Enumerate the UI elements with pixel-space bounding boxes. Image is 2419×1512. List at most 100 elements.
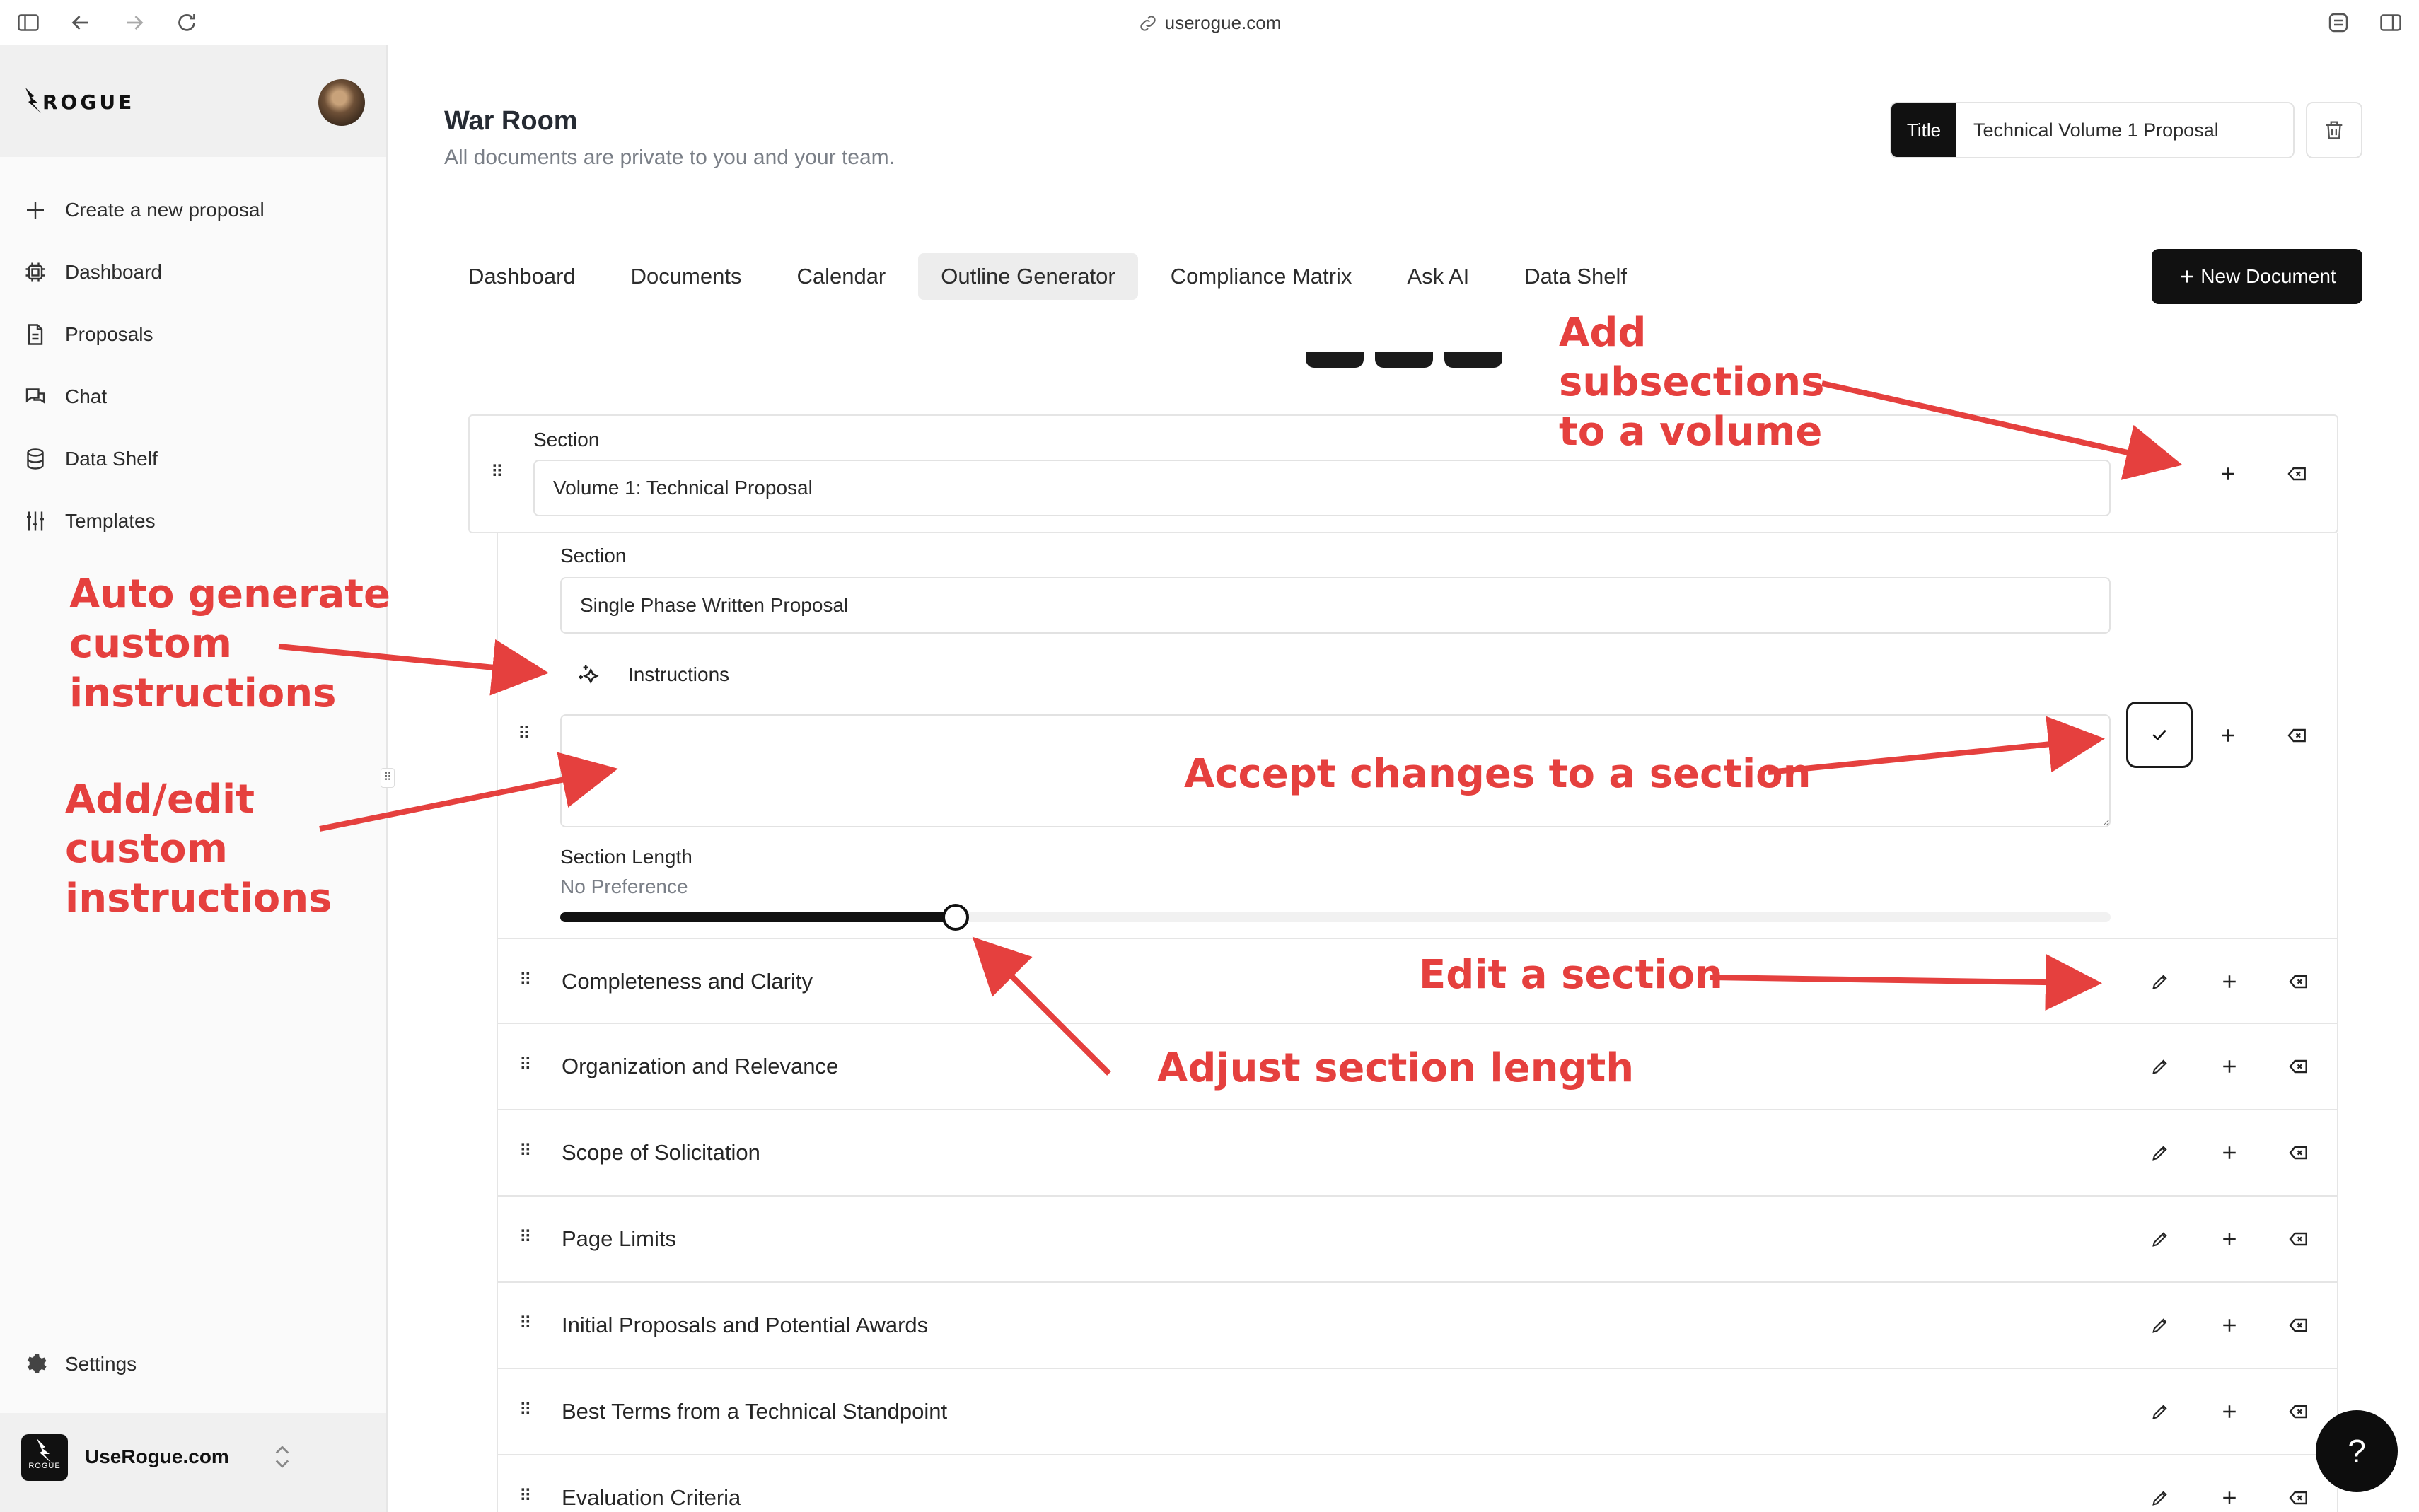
section-row[interactable]: ⠿ Completeness and Clarity bbox=[497, 938, 2338, 1024]
edit-section-button[interactable] bbox=[2146, 1397, 2174, 1426]
edit-section-button[interactable] bbox=[2146, 1311, 2174, 1339]
drag-handle-icon[interactable]: ⠿ bbox=[491, 463, 505, 482]
section-row[interactable]: ⠿ Page Limits bbox=[497, 1197, 2338, 1283]
slider-thumb[interactable] bbox=[941, 904, 969, 931]
edit-section-button[interactable] bbox=[2146, 1139, 2174, 1167]
url-text: userogue.com bbox=[1164, 12, 1282, 33]
instructions-label: Instructions bbox=[628, 663, 730, 685]
backspace-icon bbox=[2289, 1405, 2307, 1419]
tab-dashboard[interactable]: Dashboard bbox=[446, 253, 598, 300]
sidebar-item-dashboard[interactable]: Dashboard bbox=[23, 255, 162, 290]
rogue-logo[interactable]: ROGUE bbox=[24, 86, 134, 115]
drag-handle-icon[interactable]: ⠿ bbox=[519, 1055, 533, 1075]
tab-outline-generator[interactable]: Outline Generator bbox=[918, 253, 1138, 300]
auto-generate-instructions-button[interactable] bbox=[576, 662, 600, 690]
annotation-auto-generate: Auto generate custom instructions bbox=[69, 571, 391, 716]
plus-icon bbox=[2223, 975, 2236, 988]
delete-section-button[interactable] bbox=[2285, 1397, 2313, 1426]
sidebar-item-proposals[interactable]: Proposals bbox=[23, 317, 153, 352]
address-bar[interactable]: userogue.com bbox=[0, 10, 2419, 35]
link-icon bbox=[1139, 16, 1156, 31]
help-button[interactable]: ? bbox=[2316, 1410, 2398, 1492]
plus-icon bbox=[2223, 1060, 2236, 1073]
add-subsection-button[interactable] bbox=[2215, 1052, 2244, 1081]
tab-data-shelf[interactable]: Data Shelf bbox=[1502, 253, 1649, 300]
subsection-input[interactable]: Single Phase Written Proposal bbox=[560, 577, 2111, 634]
delete-section-button[interactable] bbox=[2285, 1139, 2313, 1167]
delete-section-button[interactable] bbox=[2285, 1052, 2313, 1081]
delete-section-button[interactable] bbox=[2283, 460, 2311, 488]
add-subsection-button[interactable] bbox=[2215, 1484, 2244, 1512]
extension-icon[interactable] bbox=[2326, 10, 2351, 35]
sidebar-item-label: Templates bbox=[65, 510, 156, 532]
volume-section-card: ⠿ Section Volume 1: Technical Proposal bbox=[468, 414, 2338, 533]
tab-calendar[interactable]: Calendar bbox=[774, 253, 908, 300]
edit-section-button[interactable] bbox=[2146, 1484, 2174, 1512]
sidebar-item-data-shelf[interactable]: Data Shelf bbox=[23, 441, 158, 477]
edit-section-button[interactable] bbox=[2146, 967, 2174, 996]
drag-handle-icon[interactable]: ⠿ bbox=[519, 1314, 533, 1334]
drag-handle-icon[interactable]: ⠿ bbox=[519, 970, 533, 990]
sidebar-item-create-proposal[interactable]: Create a new proposal bbox=[23, 192, 265, 228]
drag-handle-icon[interactable]: ⠿ bbox=[519, 1228, 533, 1248]
sidebar-item-label: Data Shelf bbox=[65, 448, 158, 470]
plus-icon bbox=[2223, 1405, 2236, 1418]
delete-section-button[interactable] bbox=[2283, 721, 2311, 750]
database-icon bbox=[27, 448, 44, 470]
delete-document-button[interactable] bbox=[2306, 102, 2362, 158]
pencil-icon bbox=[2152, 1146, 2167, 1161]
user-avatar[interactable] bbox=[318, 79, 365, 126]
accept-changes-button[interactable] bbox=[2126, 702, 2193, 768]
tab-compliance-matrix[interactable]: Compliance Matrix bbox=[1148, 253, 1375, 300]
pencil-icon bbox=[2152, 1405, 2167, 1419]
section-row[interactable]: ⠿ Evaluation Criteria bbox=[497, 1455, 2338, 1512]
delete-section-button[interactable] bbox=[2285, 967, 2313, 996]
trash-icon bbox=[2326, 121, 2343, 139]
section-row[interactable]: ⠿ Scope of Solicitation bbox=[497, 1110, 2338, 1197]
title-input[interactable] bbox=[1956, 103, 2293, 157]
rogue-bird-icon bbox=[37, 1438, 52, 1464]
drag-handle-icon[interactable]: ⠿ bbox=[519, 1487, 533, 1506]
pencil-icon bbox=[2152, 1491, 2167, 1506]
sidebar-item-chat[interactable]: Chat bbox=[23, 379, 107, 414]
section-row[interactable]: ⠿ Best Terms from a Technical Standpoint bbox=[497, 1369, 2338, 1455]
drag-handle-icon[interactable]: ⠿ bbox=[519, 1400, 533, 1420]
edit-section-button[interactable] bbox=[2146, 1052, 2174, 1081]
annotation-adjust: Adjust section length bbox=[1157, 1045, 1635, 1091]
toolbar-button[interactable] bbox=[1306, 352, 1364, 368]
volume-section-input[interactable]: Volume 1: Technical Proposal bbox=[533, 460, 2111, 516]
workspace-switcher[interactable]: ROGUE UseRogue.com bbox=[0, 1413, 386, 1512]
sidebar-item-settings[interactable]: Settings bbox=[23, 1347, 137, 1382]
plus-icon bbox=[2223, 1233, 2236, 1245]
sidebar-item-templates[interactable]: Templates bbox=[23, 504, 156, 539]
slider-fill bbox=[560, 912, 956, 922]
add-subsection-button[interactable] bbox=[2214, 721, 2242, 750]
toolbar-buttons-partial bbox=[1306, 352, 1502, 368]
new-document-label: New Document bbox=[2200, 265, 2336, 287]
sidebar-right-icon[interactable] bbox=[2378, 10, 2403, 35]
delete-section-button[interactable] bbox=[2285, 1225, 2313, 1253]
chat-icon bbox=[25, 388, 45, 404]
drag-handle-icon[interactable]: ⠿ bbox=[518, 724, 532, 744]
delete-section-button[interactable] bbox=[2285, 1311, 2313, 1339]
add-subsection-button[interactable] bbox=[2215, 1225, 2244, 1253]
toolbar-button[interactable] bbox=[1444, 352, 1502, 368]
section-label: Section bbox=[533, 429, 600, 450]
add-subsection-button[interactable] bbox=[2215, 1139, 2244, 1167]
drag-handle-icon[interactable]: ⠿ bbox=[519, 1141, 533, 1161]
tab-ask-ai[interactable]: Ask AI bbox=[1384, 253, 1492, 300]
add-subsection-button[interactable] bbox=[2215, 967, 2244, 996]
section-row[interactable]: ⠿ Initial Proposals and Potential Awards bbox=[497, 1283, 2338, 1369]
edit-section-button[interactable] bbox=[2146, 1225, 2174, 1253]
add-subsection-button[interactable] bbox=[2215, 1397, 2244, 1426]
sliders-icon bbox=[27, 511, 44, 531]
section-title: Scope of Solicitation bbox=[562, 1140, 760, 1165]
sidebar-resize-handle[interactable]: ⠿ bbox=[381, 768, 395, 788]
section-length-slider[interactable] bbox=[560, 904, 2111, 931]
delete-section-button[interactable] bbox=[2285, 1484, 2313, 1512]
add-subsection-button[interactable] bbox=[2215, 1311, 2244, 1339]
add-subsection-button[interactable] bbox=[2214, 460, 2242, 488]
tab-documents[interactable]: Documents bbox=[608, 253, 765, 300]
toolbar-button[interactable] bbox=[1375, 352, 1433, 368]
new-document-button[interactable]: New Document bbox=[2152, 249, 2362, 304]
